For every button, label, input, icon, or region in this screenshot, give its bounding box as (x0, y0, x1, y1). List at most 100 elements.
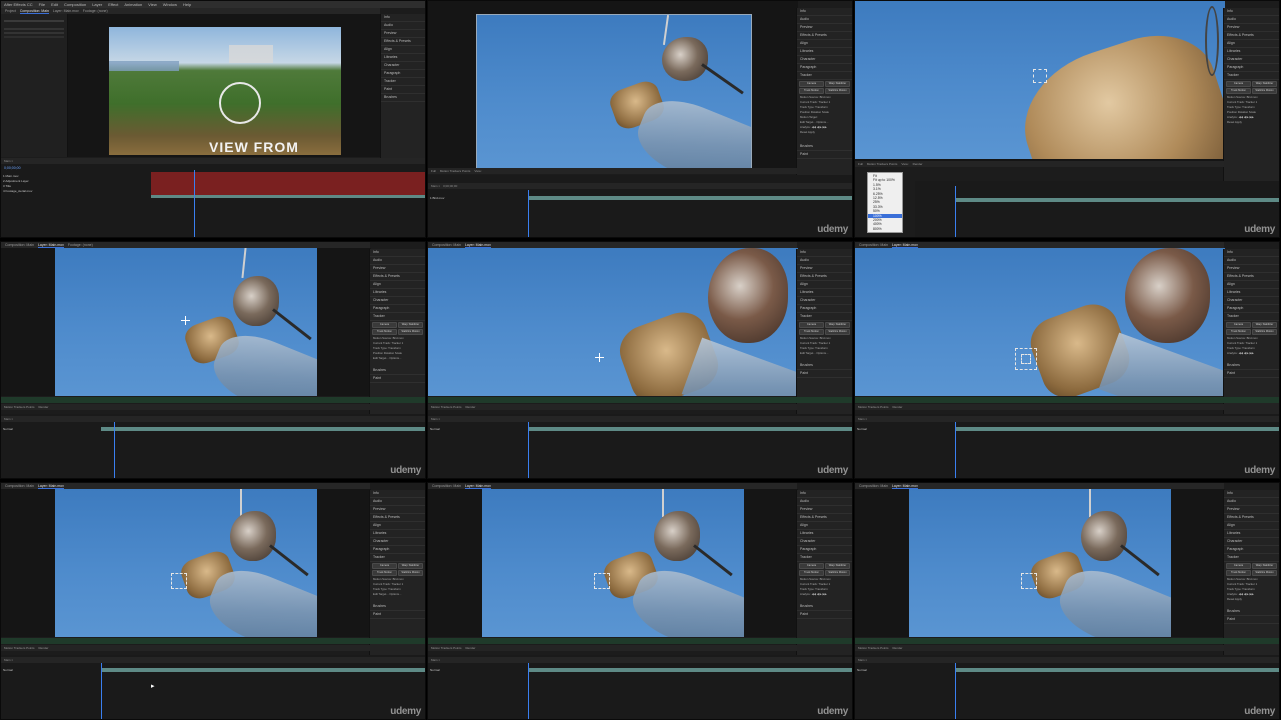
resolution-select[interactable]: Full (431, 169, 436, 173)
render-checkbox[interactable]: Render (39, 646, 49, 650)
layer-row[interactable]: 4 Footage_Aerial.mov (3, 189, 99, 193)
panel-effects-presets[interactable]: Effects & Presets (1224, 273, 1279, 281)
layer-bar[interactable] (528, 668, 852, 672)
stabilize-motion-button[interactable]: Stabilize Motion (825, 329, 850, 335)
render-checkbox[interactable]: Render (466, 405, 476, 409)
panel-paragraph[interactable]: Paragraph (370, 305, 425, 313)
layer-bar[interactable] (955, 198, 1279, 202)
menu-view[interactable]: View (148, 1, 157, 8)
track-point-feature-box[interactable] (1021, 354, 1031, 364)
stabilize-motion-button[interactable]: Stabilize Motion (398, 570, 423, 576)
panel-character[interactable]: Character (797, 538, 852, 546)
panel-brushes[interactable]: Brushes (1224, 608, 1279, 616)
layer-viewer[interactable] (428, 489, 798, 637)
layer-mode[interactable]: Normal (430, 668, 526, 672)
track-camera-button[interactable]: Camera (372, 322, 397, 328)
warp-stabilizer-button[interactable]: Warp Stabilizer (398, 563, 423, 569)
layer-bar[interactable] (101, 668, 425, 672)
panel-paint[interactable]: Paint (370, 611, 425, 619)
timeline-tab[interactable]: Main × (431, 184, 440, 188)
playhead[interactable] (955, 663, 956, 719)
panel-effects-presets[interactable]: Effects & Presets (797, 32, 852, 40)
menu-composition[interactable]: Composition (64, 1, 86, 8)
timeline-panel[interactable]: Main × 0;00;00;00 1 Main.mov 2 Adjustmen… (1, 158, 425, 237)
track-camera-button[interactable]: Camera (1226, 81, 1251, 87)
composition-viewer[interactable]: VIEW FROM (68, 14, 382, 157)
panel-libraries[interactable]: Libraries (797, 289, 852, 297)
panel-tracker[interactable]: Tracker (797, 72, 852, 80)
resolution-select[interactable]: Full (858, 162, 863, 166)
track-point-box[interactable] (1033, 69, 1047, 83)
panel-audio[interactable]: Audio (370, 498, 425, 506)
timeline-tab[interactable]: Main × (4, 417, 13, 421)
warp-stabilizer-button[interactable]: Warp Stabilizer (825, 81, 850, 87)
panel-libraries[interactable]: Libraries (1224, 48, 1279, 56)
playhead[interactable] (194, 170, 195, 237)
layer-row[interactable]: 2 Adjustment Layer (3, 179, 99, 183)
analyze-row[interactable]: Analyze: ◀◀ ◀ ▶ ▶▶ (797, 592, 852, 597)
time-ruler[interactable] (855, 638, 1279, 644)
panel-align[interactable]: Align (797, 522, 852, 530)
track-point-box[interactable] (1021, 573, 1037, 589)
panel-tracker[interactable]: Tracker (1224, 72, 1279, 80)
panel-align[interactable]: Align (797, 40, 852, 48)
panel-libraries[interactable]: Libraries (1224, 289, 1279, 297)
panel-info[interactable]: Info (797, 8, 852, 16)
stabilize-motion-button[interactable]: Stabilize Motion (1252, 88, 1277, 94)
stabilize-motion-button[interactable]: Stabilize Motion (1252, 329, 1277, 335)
reset-apply-row[interactable]: Reset Apply (1224, 120, 1279, 125)
reset-apply-row[interactable]: Reset Apply (1224, 597, 1279, 602)
panel-preview[interactable]: Preview (797, 265, 852, 273)
layer-viewer[interactable] (855, 1, 1225, 161)
panel-paragraph[interactable]: Paragraph (381, 70, 425, 78)
panel-paint[interactable]: Paint (370, 375, 425, 383)
timeline-tab[interactable]: Main × (431, 658, 440, 662)
panel-preview[interactable]: Preview (797, 506, 852, 514)
stabilize-motion-button[interactable]: Stabilize Motion (1252, 570, 1277, 576)
view-select[interactable]: View: (474, 169, 481, 173)
panel-effects-presets[interactable]: Effects & Presets (1224, 32, 1279, 40)
timeline-tab[interactable]: Main × (4, 658, 13, 662)
panel-effects-presets[interactable]: Effects & Presets (370, 514, 425, 522)
playhead[interactable] (955, 422, 956, 478)
layer-mode[interactable]: Normal (3, 668, 99, 672)
show-trackers-label[interactable]: Motion Trackers Points (4, 646, 35, 650)
panel-paint[interactable]: Paint (1224, 616, 1279, 624)
timeline-panel[interactable] (915, 181, 1279, 237)
panel-effects-presets[interactable]: Effects & Presets (1224, 514, 1279, 522)
layer-viewer[interactable] (428, 1, 798, 170)
playhead[interactable] (955, 186, 956, 237)
show-trackers-label[interactable]: Motion Trackers Points (867, 162, 898, 166)
time-ruler[interactable] (1, 638, 425, 644)
track-motion-button[interactable]: Track Motion (1226, 329, 1251, 335)
panel-character[interactable]: Character (370, 538, 425, 546)
panel-tracker[interactable]: Tracker (381, 78, 425, 86)
panel-preview[interactable]: Preview (381, 30, 425, 38)
playhead[interactable] (528, 422, 529, 478)
panel-paragraph[interactable]: Paragraph (1224, 546, 1279, 554)
stabilize-motion-button[interactable]: Stabilize Motion (825, 88, 850, 94)
panel-character[interactable]: Character (1224, 538, 1279, 546)
warp-stabilizer-button[interactable]: Warp Stabilizer (1252, 322, 1277, 328)
track-point-box[interactable] (594, 573, 610, 589)
menu-animation[interactable]: Animation (124, 1, 142, 8)
panel-paint[interactable]: Paint (797, 151, 852, 159)
panel-character[interactable]: Character (1224, 56, 1279, 64)
layer-mode[interactable]: Normal (857, 668, 953, 672)
panel-audio[interactable]: Audio (797, 16, 852, 24)
layer-row[interactable]: 1 Main.mov (3, 174, 99, 178)
track-point-box[interactable] (171, 573, 187, 589)
panel-paragraph[interactable]: Paragraph (370, 546, 425, 554)
timeline-tab[interactable]: Main × (431, 417, 440, 421)
panel-effects-presets[interactable]: Effects & Presets (381, 38, 425, 46)
panel-tracker[interactable]: Tracker (370, 554, 425, 562)
track-motion-button[interactable]: Track Motion (372, 570, 397, 576)
menu-help[interactable]: Help (183, 1, 191, 8)
zoom-dropdown-menu[interactable]: Fit Fit up to 100% 1.5% 3.1% 6.25% 12.5%… (867, 172, 903, 234)
track-motion-button[interactable]: Track Motion (799, 329, 824, 335)
panel-character[interactable]: Character (797, 56, 852, 64)
warp-stabilizer-button[interactable]: Warp Stabilizer (825, 563, 850, 569)
panel-align[interactable]: Align (370, 522, 425, 530)
time-ruler[interactable] (1, 397, 425, 403)
render-checkbox[interactable]: Render (913, 162, 923, 166)
